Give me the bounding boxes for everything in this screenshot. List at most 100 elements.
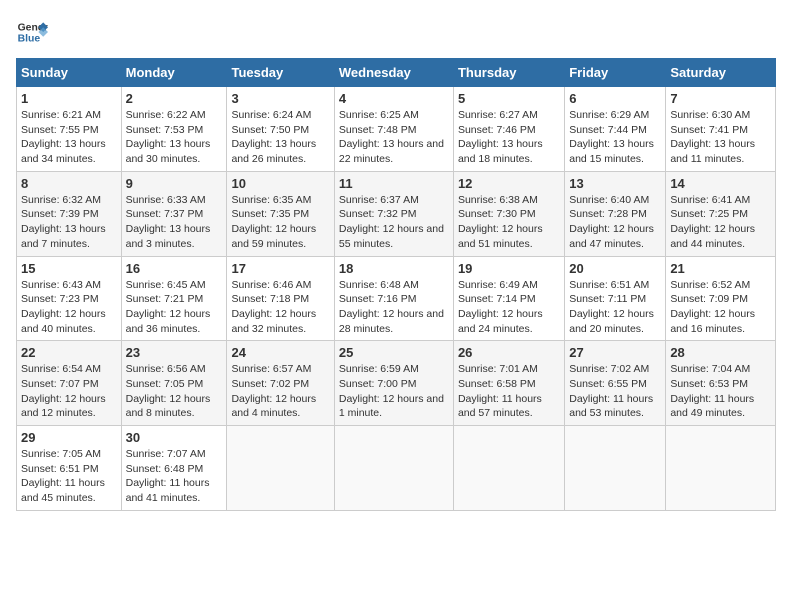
calendar-cell: 29 Sunrise: 7:05 AMSunset: 6:51 PMDayligh… bbox=[17, 426, 122, 511]
day-number: 20 bbox=[569, 261, 661, 276]
calendar-cell: 4 Sunrise: 6:25 AMSunset: 7:48 PMDaylight… bbox=[334, 87, 453, 172]
calendar-cell: 10 Sunrise: 6:35 AMSunset: 7:35 PMDayligh… bbox=[227, 171, 334, 256]
day-number: 17 bbox=[231, 261, 329, 276]
logo: General Blue bbox=[16, 16, 48, 48]
day-number: 5 bbox=[458, 91, 560, 106]
logo-icon: General Blue bbox=[16, 16, 48, 48]
header-tuesday: Tuesday bbox=[227, 59, 334, 87]
day-info: Sunrise: 6:33 AMSunset: 7:37 PMDaylight:… bbox=[126, 193, 223, 252]
day-info: Sunrise: 6:45 AMSunset: 7:21 PMDaylight:… bbox=[126, 278, 223, 337]
day-number: 23 bbox=[126, 345, 223, 360]
day-info: Sunrise: 6:35 AMSunset: 7:35 PMDaylight:… bbox=[231, 193, 329, 252]
day-number: 24 bbox=[231, 345, 329, 360]
day-info: Sunrise: 7:04 AMSunset: 6:53 PMDaylight:… bbox=[670, 362, 771, 421]
day-number: 11 bbox=[339, 176, 449, 191]
day-info: Sunrise: 6:27 AMSunset: 7:46 PMDaylight:… bbox=[458, 108, 560, 167]
calendar-cell: 12Sunrise: 6:38 AMSunset: 7:30 PMDayligh… bbox=[453, 171, 564, 256]
calendar-cell: 17 Sunrise: 6:46 AMSunset: 7:18 PMDayligh… bbox=[227, 256, 334, 341]
day-info: Sunrise: 6:49 AMSunset: 7:14 PMDaylight:… bbox=[458, 278, 560, 337]
day-info: Sunrise: 6:29 AMSunset: 7:44 PMDaylight:… bbox=[569, 108, 661, 167]
calendar-cell: 13 Sunrise: 6:40 AMSunset: 7:28 PMDayligh… bbox=[565, 171, 666, 256]
day-number: 15 bbox=[21, 261, 117, 276]
day-number: 29 bbox=[21, 430, 117, 445]
day-number: 26 bbox=[458, 345, 560, 360]
calendar-cell: 6 Sunrise: 6:29 AMSunset: 7:44 PMDaylight… bbox=[565, 87, 666, 172]
day-info: Sunrise: 6:41 AMSunset: 7:25 PMDaylight:… bbox=[670, 193, 771, 252]
day-info: Sunrise: 6:21 AMSunset: 7:55 PMDaylight:… bbox=[21, 108, 117, 167]
calendar-cell bbox=[565, 426, 666, 511]
calendar-cell: 8Sunrise: 6:32 AMSunset: 7:39 PMDaylight… bbox=[17, 171, 122, 256]
calendar-cell: 23 Sunrise: 6:56 AMSunset: 7:05 PMDayligh… bbox=[121, 341, 227, 426]
day-number: 4 bbox=[339, 91, 449, 106]
day-number: 16 bbox=[126, 261, 223, 276]
header-thursday: Thursday bbox=[453, 59, 564, 87]
day-number: 10 bbox=[231, 176, 329, 191]
day-info: Sunrise: 6:46 AMSunset: 7:18 PMDaylight:… bbox=[231, 278, 329, 337]
day-info: Sunrise: 7:05 AMSunset: 6:51 PMDaylight:… bbox=[21, 447, 117, 506]
day-info: Sunrise: 6:57 AMSunset: 7:02 PMDaylight:… bbox=[231, 362, 329, 421]
day-info: Sunrise: 6:52 AMSunset: 7:09 PMDaylight:… bbox=[670, 278, 771, 337]
day-number: 19 bbox=[458, 261, 560, 276]
calendar-cell: 25Sunrise: 6:59 AMSunset: 7:00 PMDayligh… bbox=[334, 341, 453, 426]
day-number: 18 bbox=[339, 261, 449, 276]
day-number: 6 bbox=[569, 91, 661, 106]
calendar-week-3: 15Sunrise: 6:43 AMSunset: 7:23 PMDayligh… bbox=[17, 256, 776, 341]
day-info: Sunrise: 6:22 AMSunset: 7:53 PMDaylight:… bbox=[126, 108, 223, 167]
day-number: 30 bbox=[126, 430, 223, 445]
calendar-cell bbox=[227, 426, 334, 511]
day-info: Sunrise: 6:40 AMSunset: 7:28 PMDaylight:… bbox=[569, 193, 661, 252]
day-number: 14 bbox=[670, 176, 771, 191]
calendar-cell: 11 Sunrise: 6:37 AMSunset: 7:32 PMDayligh… bbox=[334, 171, 453, 256]
calendar-cell: 24 Sunrise: 6:57 AMSunset: 7:02 PMDayligh… bbox=[227, 341, 334, 426]
calendar-cell: 1Sunrise: 6:21 AMSunset: 7:55 PMDaylight… bbox=[17, 87, 122, 172]
day-number: 28 bbox=[670, 345, 771, 360]
calendar-table: SundayMondayTuesdayWednesdayThursdayFrid… bbox=[16, 58, 776, 511]
header-monday: Monday bbox=[121, 59, 227, 87]
calendar-cell: 26 Sunrise: 7:01 AMSunset: 6:58 PMDayligh… bbox=[453, 341, 564, 426]
day-number: 9 bbox=[126, 176, 223, 191]
day-info: Sunrise: 6:37 AMSunset: 7:32 PMDaylight:… bbox=[339, 193, 449, 252]
day-info: Sunrise: 6:59 AMSunset: 7:00 PMDaylight:… bbox=[339, 362, 449, 421]
calendar-cell bbox=[666, 426, 776, 511]
calendar-cell: 14 Sunrise: 6:41 AMSunset: 7:25 PMDayligh… bbox=[666, 171, 776, 256]
calendar-cell: 7 Sunrise: 6:30 AMSunset: 7:41 PMDaylight… bbox=[666, 87, 776, 172]
day-info: Sunrise: 7:07 AMSunset: 6:48 PMDaylight:… bbox=[126, 447, 223, 506]
calendar-cell: 16 Sunrise: 6:45 AMSunset: 7:21 PMDayligh… bbox=[121, 256, 227, 341]
day-number: 27 bbox=[569, 345, 661, 360]
calendar-cell: 27 Sunrise: 7:02 AMSunset: 6:55 PMDayligh… bbox=[565, 341, 666, 426]
day-info: Sunrise: 6:25 AMSunset: 7:48 PMDaylight:… bbox=[339, 108, 449, 167]
day-number: 3 bbox=[231, 91, 329, 106]
calendar-cell: 5 Sunrise: 6:27 AMSunset: 7:46 PMDaylight… bbox=[453, 87, 564, 172]
calendar-cell: 22Sunrise: 6:54 AMSunset: 7:07 PMDayligh… bbox=[17, 341, 122, 426]
calendar-cell: 15Sunrise: 6:43 AMSunset: 7:23 PMDayligh… bbox=[17, 256, 122, 341]
calendar-cell: 20 Sunrise: 6:51 AMSunset: 7:11 PMDayligh… bbox=[565, 256, 666, 341]
header-sunday: Sunday bbox=[17, 59, 122, 87]
header-saturday: Saturday bbox=[666, 59, 776, 87]
calendar-cell: 9 Sunrise: 6:33 AMSunset: 7:37 PMDaylight… bbox=[121, 171, 227, 256]
calendar-cell: 21 Sunrise: 6:52 AMSunset: 7:09 PMDayligh… bbox=[666, 256, 776, 341]
day-number: 12 bbox=[458, 176, 560, 191]
day-number: 13 bbox=[569, 176, 661, 191]
day-number: 21 bbox=[670, 261, 771, 276]
calendar-cell: 2 Sunrise: 6:22 AMSunset: 7:53 PMDaylight… bbox=[121, 87, 227, 172]
calendar-cell: 18Sunrise: 6:48 AMSunset: 7:16 PMDayligh… bbox=[334, 256, 453, 341]
calendar-cell bbox=[453, 426, 564, 511]
day-number: 7 bbox=[670, 91, 771, 106]
day-info: Sunrise: 7:02 AMSunset: 6:55 PMDaylight:… bbox=[569, 362, 661, 421]
day-info: Sunrise: 6:32 AMSunset: 7:39 PMDaylight:… bbox=[21, 193, 117, 252]
header-wednesday: Wednesday bbox=[334, 59, 453, 87]
svg-text:Blue: Blue bbox=[18, 34, 41, 45]
header-friday: Friday bbox=[565, 59, 666, 87]
calendar-cell: 3 Sunrise: 6:24 AMSunset: 7:50 PMDaylight… bbox=[227, 87, 334, 172]
calendar-cell: 19 Sunrise: 6:49 AMSunset: 7:14 PMDayligh… bbox=[453, 256, 564, 341]
day-number: 22 bbox=[21, 345, 117, 360]
day-info: Sunrise: 6:51 AMSunset: 7:11 PMDaylight:… bbox=[569, 278, 661, 337]
calendar-week-4: 22Sunrise: 6:54 AMSunset: 7:07 PMDayligh… bbox=[17, 341, 776, 426]
day-info: Sunrise: 7:01 AMSunset: 6:58 PMDaylight:… bbox=[458, 362, 560, 421]
day-info: Sunrise: 6:24 AMSunset: 7:50 PMDaylight:… bbox=[231, 108, 329, 167]
calendar-header-row: SundayMondayTuesdayWednesdayThursdayFrid… bbox=[17, 59, 776, 87]
calendar-week-5: 29 Sunrise: 7:05 AMSunset: 6:51 PMDayligh… bbox=[17, 426, 776, 511]
day-info: Sunrise: 6:30 AMSunset: 7:41 PMDaylight:… bbox=[670, 108, 771, 167]
day-number: 2 bbox=[126, 91, 223, 106]
day-info: Sunrise: 6:56 AMSunset: 7:05 PMDaylight:… bbox=[126, 362, 223, 421]
